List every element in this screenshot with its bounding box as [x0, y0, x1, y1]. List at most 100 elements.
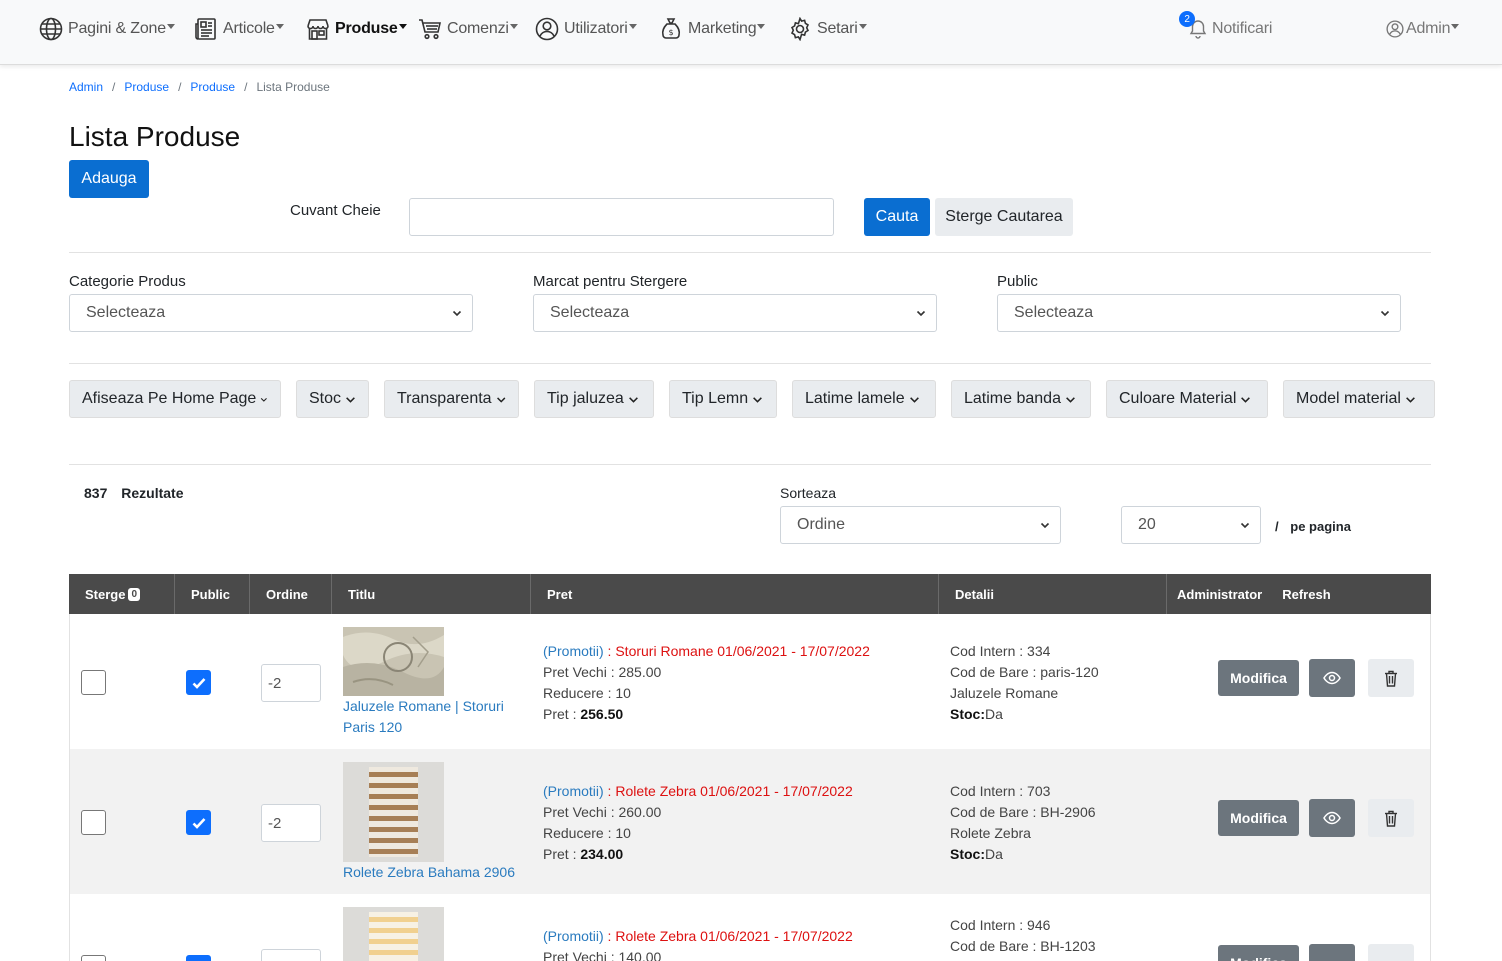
filter-label: Tip jaluzea	[547, 390, 624, 407]
filter-model-material[interactable]: Model material	[1283, 380, 1435, 418]
refresh-link[interactable]: Refresh	[1282, 587, 1330, 602]
chevron-down-icon	[909, 396, 919, 403]
details-block: Cod Intern : 946 Cod de Bare : BH-1203	[950, 915, 1096, 957]
col-sterge: Sterge 0	[69, 574, 175, 614]
sort-select-value: Ordine	[797, 516, 846, 533]
caret-down-icon	[757, 23, 766, 29]
delete-checkbox[interactable]	[81, 955, 106, 961]
chevron-down-icon	[452, 310, 462, 317]
chevron-down-icon	[1240, 522, 1250, 529]
edit-button[interactable]: Modifica	[1218, 660, 1299, 696]
nav-label: Marketing	[688, 20, 757, 37]
delete-button[interactable]	[1368, 659, 1414, 697]
old-price: Pret Vechi : 140.00	[543, 949, 662, 961]
view-button[interactable]	[1309, 799, 1355, 837]
nav-produse[interactable]: Produse	[306, 15, 407, 43]
nav-label: Produse	[335, 20, 398, 37]
breadcrumb-produse[interactable]: Produse	[124, 80, 169, 94]
gear-icon	[790, 17, 810, 41]
add-button[interactable]: Adauga	[69, 160, 149, 198]
notifications-link[interactable]: 2 Notificari	[1179, 11, 1272, 43]
product-title-link[interactable]: Rolete Zebra Bahama 2906	[343, 862, 533, 883]
col-sterge-label: Sterge	[85, 586, 126, 602]
product-thumbnail-roman-blind	[343, 627, 444, 696]
eye-icon	[1323, 811, 1341, 825]
category: Rolete Zebra	[950, 825, 1031, 841]
promo-label: (Promotii)	[543, 928, 604, 944]
per-page-select[interactable]: 20	[1121, 506, 1261, 544]
price-value: 256.50	[580, 706, 624, 722]
product-image[interactable]	[343, 907, 444, 961]
cod-intern: Cod Intern : 946	[950, 917, 1051, 933]
breadcrumb-produse-2[interactable]: Produse	[190, 80, 235, 94]
promo-label: (Promotii)	[543, 783, 604, 799]
results-count: 837 Rezultate	[84, 485, 183, 501]
cod-bare: Cod de Bare : paris-120	[950, 664, 1099, 680]
nav-comenzi[interactable]: Comenzi	[418, 15, 518, 43]
checkmark-icon	[192, 677, 205, 689]
delete-checkbox[interactable]	[81, 810, 106, 835]
nav-label: Comenzi	[447, 20, 509, 37]
old-price: Pret Vechi : 285.00	[543, 664, 662, 680]
product-thumbnail-zebra-blind	[343, 907, 444, 961]
public-select-value: Selecteaza	[1014, 304, 1094, 321]
nav-utilizatori[interactable]: Utilizatori	[535, 15, 637, 43]
view-button[interactable]	[1309, 659, 1355, 697]
chevron-down-icon	[346, 396, 355, 403]
filter-transparenta[interactable]: Transparenta	[384, 380, 519, 418]
nav-pagini-zone[interactable]: Pagini & Zone	[39, 15, 175, 43]
public-select[interactable]: Selecteaza	[997, 294, 1401, 332]
sort-select[interactable]: Ordine	[780, 506, 1061, 544]
marked-select[interactable]: Selecteaza	[533, 294, 937, 332]
filter-label: Culoare Material	[1119, 390, 1237, 407]
price-label: Pret :	[543, 706, 581, 722]
admin-menu[interactable]: Admin	[1386, 15, 1460, 43]
breadcrumb-admin[interactable]: Admin	[69, 80, 103, 94]
public-checkbox[interactable]	[186, 810, 211, 835]
filter-latime-banda[interactable]: Latime banda	[951, 380, 1091, 418]
category-select[interactable]: Selecteaza	[69, 294, 473, 332]
delete-checkbox[interactable]	[81, 670, 106, 695]
price-block: (Promotii) : Storuri Romane 01/06/2021 -…	[543, 641, 870, 725]
product-image[interactable]	[343, 762, 444, 862]
nav-marketing[interactable]: $ Marketing	[659, 15, 766, 43]
chevron-down-icon	[1406, 396, 1415, 403]
product-image[interactable]	[343, 627, 444, 696]
promo-text: Rolete Zebra 01/06/2021 - 17/07/2022	[615, 928, 853, 944]
chevron-down-icon	[753, 396, 763, 403]
edit-button[interactable]: Modifica	[1218, 800, 1299, 836]
filter-tip-jaluzea[interactable]: Tip jaluzea	[534, 380, 654, 418]
filter-home-page[interactable]: Afiseaza Pe Home Page	[69, 380, 281, 418]
results-number: 837	[84, 485, 108, 501]
delete-button[interactable]	[1368, 799, 1414, 837]
page-title: Lista Produse	[69, 121, 241, 152]
per-page-text: pe pagina	[1290, 519, 1351, 534]
order-input[interactable]	[261, 949, 321, 961]
filter-tip-lemn[interactable]: Tip Lemn	[669, 380, 777, 418]
public-checkbox[interactable]	[186, 670, 211, 695]
order-input[interactable]: -2	[261, 664, 321, 702]
nav-label: Pagini & Zone	[68, 20, 166, 37]
view-button[interactable]	[1309, 944, 1355, 961]
edit-button[interactable]: Modifica	[1218, 945, 1299, 961]
divider	[69, 464, 1431, 465]
filter-latime-lamele[interactable]: Latime lamele	[792, 380, 936, 418]
search-button[interactable]: Cauta	[864, 198, 930, 236]
search-input[interactable]	[409, 198, 834, 236]
filter-label: Transparenta	[397, 390, 492, 407]
breadcrumb: Admin / Produse / Produse / Lista Produse	[69, 80, 330, 94]
clear-search-button[interactable]: Sterge Cautarea	[935, 198, 1073, 236]
chevron-down-icon	[1066, 396, 1075, 403]
nav-articole[interactable]: Articole	[194, 15, 284, 43]
details-block: Cod Intern : 703 Cod de Bare : BH-2906 R…	[950, 781, 1096, 865]
product-title-link[interactable]: Jaluzele Romane | Storuri Paris 120	[343, 696, 523, 738]
filter-stoc[interactable]: Stoc	[296, 380, 369, 418]
delete-button[interactable]	[1368, 944, 1414, 961]
public-checkbox[interactable]	[186, 955, 211, 961]
price-block: (Promotii) : Rolete Zebra 01/06/2021 - 1…	[543, 926, 853, 961]
cod-intern: Cod Intern : 334	[950, 643, 1051, 659]
filter-culoare-material[interactable]: Culoare Material	[1106, 380, 1268, 418]
nav-setari[interactable]: Setari	[788, 15, 867, 43]
marked-select-value: Selecteaza	[550, 304, 630, 321]
order-input[interactable]: -2	[261, 804, 321, 842]
